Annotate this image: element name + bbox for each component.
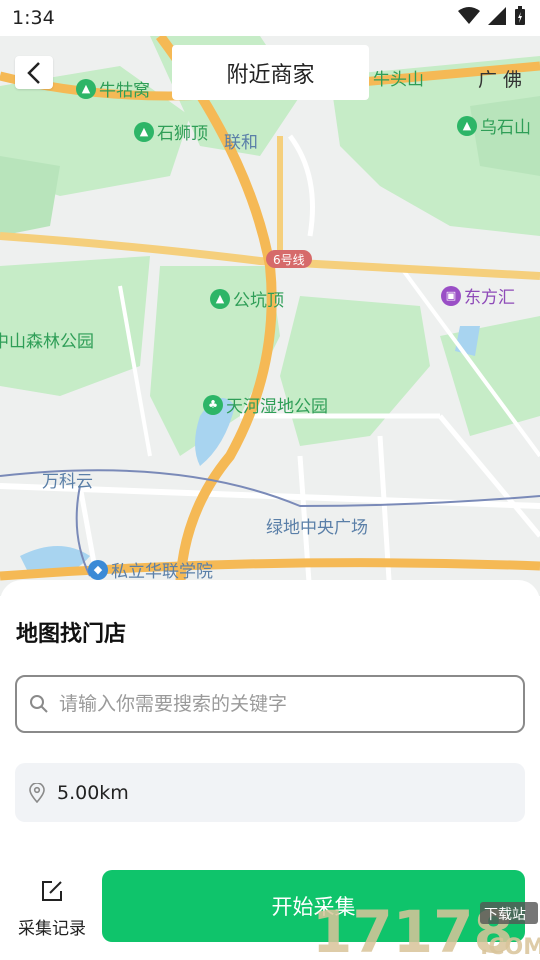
poi-niugu[interactable]: ▲ 牛牯窝 [76, 76, 150, 101]
distance-value: 5.00km [57, 781, 129, 804]
poi-wushishan[interactable]: ▲ 乌石山 [457, 113, 531, 138]
poi-hualian-college[interactable]: ◆ 私立华联学院 [88, 557, 213, 582]
park-icon: ▲ [76, 78, 96, 99]
poi-label: 牛牯窝 [99, 81, 150, 101]
poi-shishiding[interactable]: ▲ 石狮顶 [134, 119, 208, 144]
place-lvdi: 绿地中央广场 [266, 518, 368, 538]
chevron-left-icon [27, 61, 40, 84]
poi-dongfanghui[interactable]: ▣ 东方汇 [441, 283, 515, 308]
status-bar: 1:34 [0, 0, 540, 36]
poi-label: 私立华联学院 [111, 562, 213, 582]
status-time: 1:34 [12, 7, 55, 29]
svg-text:.COM: .COM [480, 935, 540, 960]
poi-label: 石狮顶 [157, 124, 208, 144]
mall-icon: ▣ [441, 285, 461, 306]
map-view[interactable]: 6号线 ▲ 牛牯窝 ▲ 石狮顶 ▲ 乌石山 ▲ 公坑顶 ♣ 天河湿地公园 ▣ 东… [0, 36, 540, 596]
distance-selector[interactable]: 5.00km [15, 763, 525, 822]
edit-icon [42, 881, 62, 901]
battery-icon [515, 6, 525, 25]
park-icon: ▲ [134, 121, 154, 142]
location-pin-icon [29, 782, 45, 803]
park-icon: ♣ [203, 394, 223, 415]
place-guangfo: 广 佛 [478, 69, 523, 91]
search-input[interactable] [59, 693, 499, 715]
place-lianhe: 联和 [224, 133, 258, 153]
records-button[interactable]: 采集记录 [14, 878, 90, 939]
poi-gongkengding[interactable]: ▲ 公坑顶 [210, 286, 284, 311]
poi-label: 公坑顶 [233, 291, 284, 311]
park-icon: ▲ [210, 288, 230, 309]
park-icon: ▲ [457, 115, 477, 136]
place-forest-park: 中山森林公园 [0, 332, 94, 352]
place-niutoushan: 牛头山 [373, 70, 424, 90]
back-button[interactable] [15, 56, 53, 89]
line6-badge: 6号线 [273, 253, 305, 267]
status-icons [458, 6, 526, 26]
school-icon: ◆ [88, 559, 108, 580]
poi-label: 乌石山 [480, 118, 531, 138]
search-box[interactable] [15, 675, 525, 733]
records-label: 采集记录 [18, 919, 86, 939]
page-title: 附近商家 [172, 45, 369, 100]
wifi-icon [458, 7, 480, 24]
signal-icon [488, 7, 506, 25]
sheet-title: 地图找门店 [16, 622, 127, 647]
search-icon [30, 695, 48, 713]
svg-text:下载站: 下载站 [484, 907, 526, 923]
watermark-logo: 17178 下载站 .COM [312, 898, 540, 960]
poi-label: 东方汇 [464, 288, 515, 308]
poi-tianhe-wetland[interactable]: ♣ 天河湿地公园 [203, 392, 328, 417]
place-wankeyun: 万科云 [42, 472, 93, 492]
poi-label: 天河湿地公园 [226, 397, 328, 417]
